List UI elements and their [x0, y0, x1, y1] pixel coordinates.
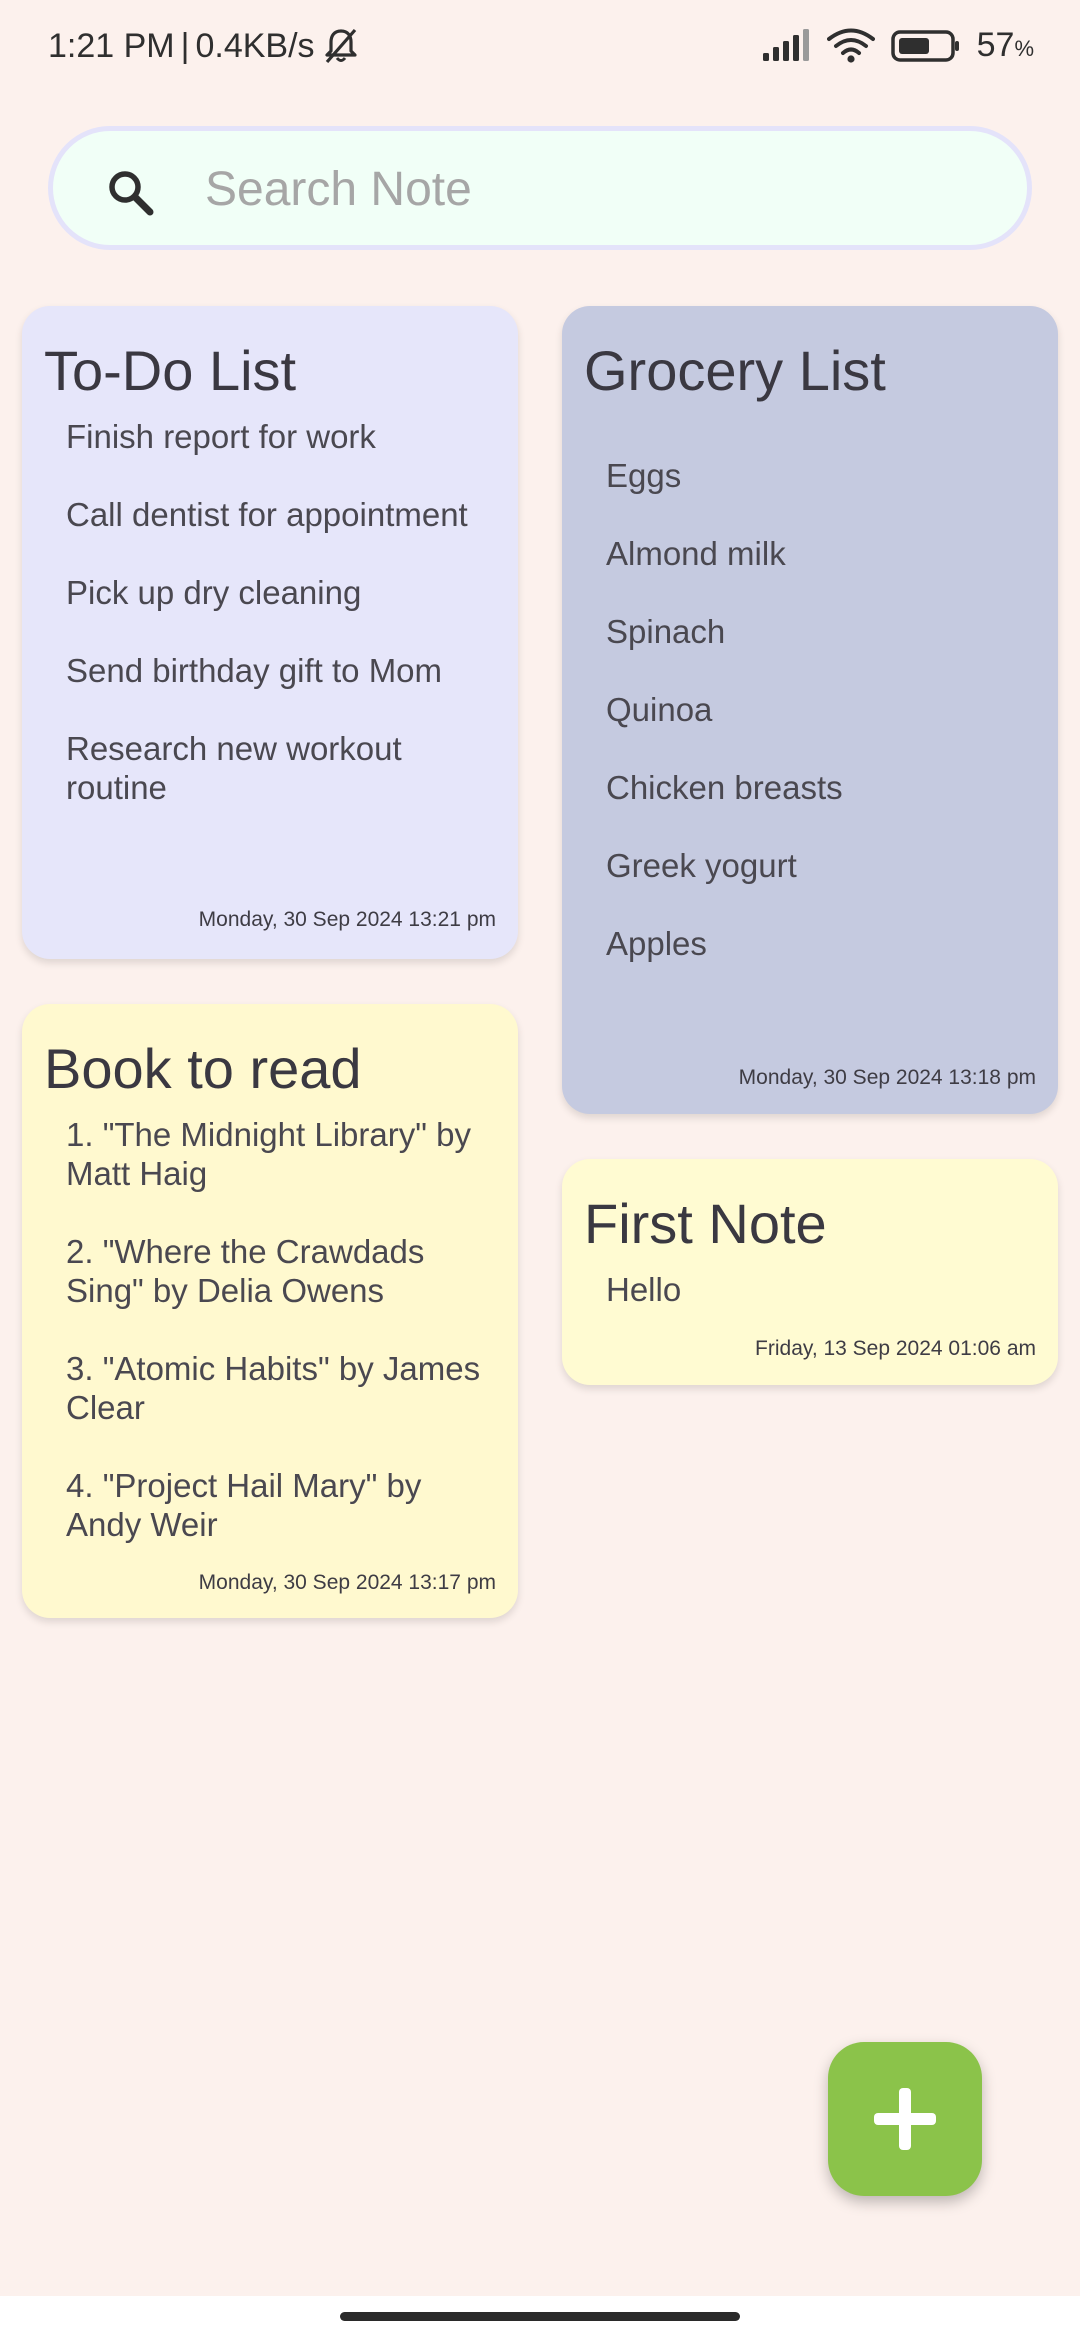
- note-line: Apples: [606, 925, 707, 962]
- note-body: Finish report for work Call dentist for …: [66, 417, 488, 846]
- note-line: Send birthday gift to Mom: [66, 652, 443, 689]
- search-input[interactable]: [203, 131, 1007, 247]
- note-line: Finish report for work: [66, 418, 376, 455]
- note-line: Chicken breasts: [606, 769, 843, 806]
- battery-percent-unit: %: [1014, 36, 1034, 61]
- status-separator: |: [180, 26, 190, 65]
- note-title: Book to read: [44, 1037, 362, 1100]
- signal-icon: [761, 28, 811, 63]
- add-note-button[interactable]: [828, 2042, 982, 2196]
- note-line: Spinach: [606, 613, 726, 650]
- battery-percent: 57%: [977, 26, 1034, 65]
- note-line: 1. "The Midnight Library" by Matt Haig: [66, 1116, 471, 1192]
- note-card-todo[interactable]: To-Do List Finish report for work Call d…: [22, 306, 518, 959]
- note-line: Hello: [606, 1271, 682, 1308]
- note-line: Call dentist for appointment: [66, 496, 468, 533]
- mute-notification-icon: [321, 26, 361, 66]
- note-line: Pick up dry cleaning: [66, 574, 362, 611]
- note-body: Eggs Almond milk Spinach Quinoa Chicken …: [606, 456, 1028, 1002]
- wifi-icon: [826, 28, 875, 64]
- note-title: To-Do List: [44, 339, 297, 402]
- note-card-books[interactable]: Book to read 1. "The Midnight Library" b…: [22, 1004, 518, 1618]
- note-date: Monday, 30 Sep 2024 13:17 pm: [198, 1571, 496, 1594]
- status-left: 1:21 PM | 0.4KB/s: [48, 26, 361, 66]
- network-speed: 0.4KB/s: [195, 26, 315, 65]
- search-icon: [105, 167, 155, 217]
- note-line: Eggs: [606, 457, 682, 494]
- note-date: Monday, 30 Sep 2024 13:21 pm: [198, 908, 496, 931]
- note-card-first[interactable]: First Note Hello Friday, 13 Sep 2024 01:…: [562, 1159, 1058, 1385]
- note-line: Almond milk: [606, 535, 786, 572]
- note-line: Quinoa: [606, 691, 713, 728]
- note-date: Monday, 30 Sep 2024 13:18 pm: [738, 1066, 1036, 1089]
- status-right: 57%: [761, 26, 1034, 65]
- battery-icon: [890, 29, 961, 63]
- note-title: Grocery List: [584, 339, 886, 402]
- note-line: Greek yogurt: [606, 847, 797, 884]
- note-title: First Note: [584, 1192, 827, 1255]
- home-indicator[interactable]: [340, 2312, 740, 2321]
- note-date: Friday, 13 Sep 2024 01:06 am: [755, 1337, 1036, 1360]
- note-body: 1. "The Midnight Library" by Matt Haig 2…: [66, 1115, 488, 1583]
- note-line: 2. "Where the Crawdads Sing" by Delia Ow…: [66, 1233, 425, 1309]
- search-bar[interactable]: [48, 126, 1032, 250]
- note-line: 4. "Project Hail Mary" by Andy Weir: [66, 1467, 422, 1543]
- note-line: 3. "Atomic Habits" by James Clear: [66, 1350, 481, 1426]
- battery-percent-value: 57: [976, 26, 1015, 64]
- note-card-grocery[interactable]: Grocery List Eggs Almond milk Spinach Qu…: [562, 306, 1058, 1114]
- note-line: Research new workout routine: [66, 730, 402, 806]
- plus-icon: [870, 2084, 940, 2154]
- status-bar: 1:21 PM | 0.4KB/s 57%: [0, 0, 1080, 100]
- status-time: 1:21 PM: [48, 26, 175, 65]
